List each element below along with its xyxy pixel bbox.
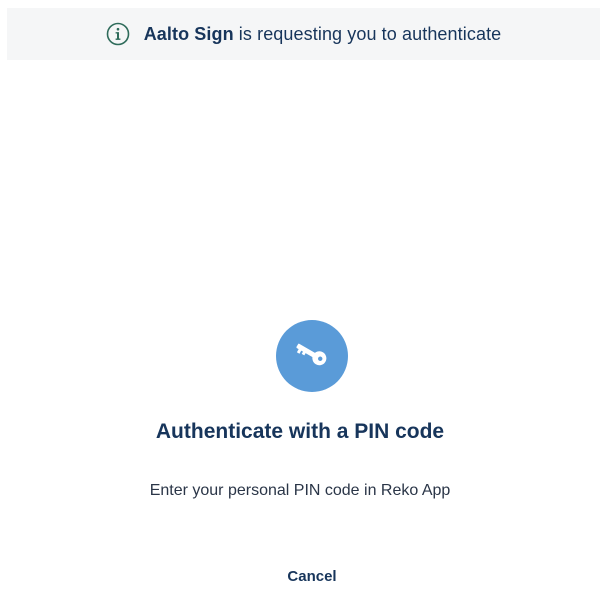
cancel-button[interactable]: Cancel (262, 562, 362, 590)
banner-text: Aalto Sign is requesting you to authenti… (144, 24, 502, 45)
banner-message: is requesting you to authenticate (233, 23, 502, 44)
request-banner: Aalto Sign is requesting you to authenti… (7, 8, 600, 60)
requesting-app-name: Aalto Sign (143, 23, 234, 44)
auth-title: Authenticate with a PIN code (155, 420, 445, 443)
key-icon (292, 334, 332, 379)
info-icon (106, 22, 130, 46)
authentication-page: Aalto Sign is requesting you to authenti… (0, 0, 600, 594)
auth-instruction: Enter your personal PIN code in Reko App (149, 482, 451, 499)
key-icon-circle (276, 320, 348, 392)
